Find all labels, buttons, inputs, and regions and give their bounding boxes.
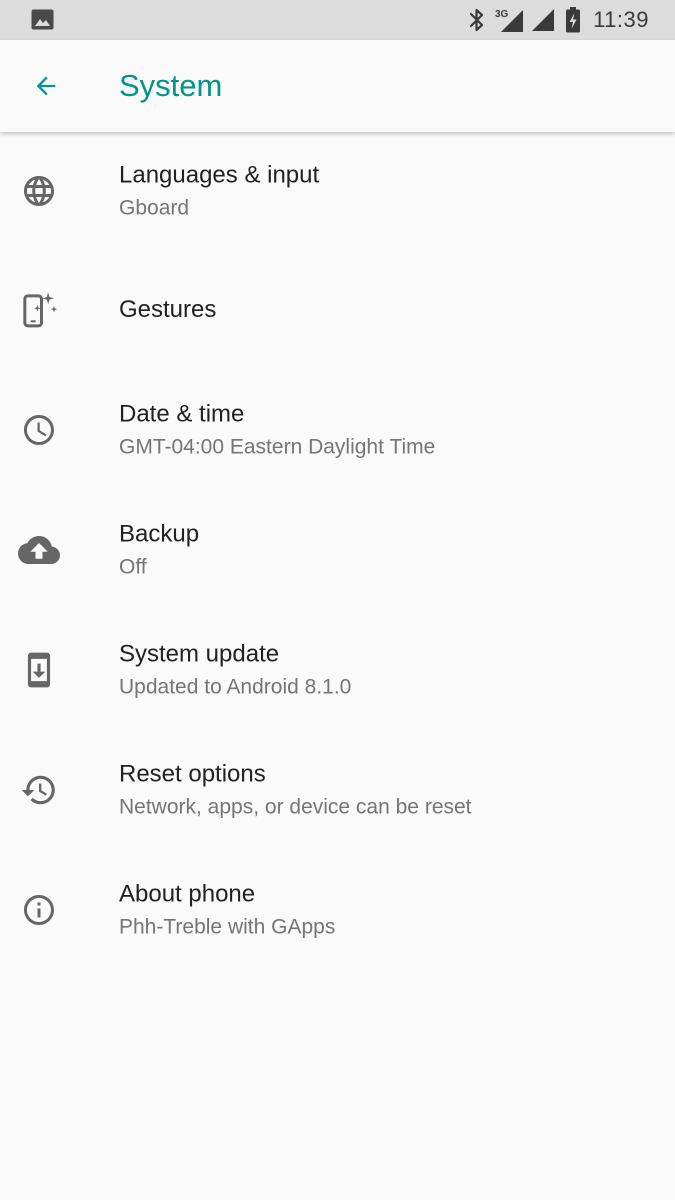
setting-summary: Gboard [119,196,190,220]
globe-icon [17,169,61,213]
clock-icon [17,408,61,452]
page-title: System [119,68,223,103]
setting-about-phone[interactable]: About phone Phh-Treble with GApps [0,850,675,970]
gestures-icon [17,288,61,332]
setting-date-time[interactable]: Date & time GMT-04:00 Eastern Daylight T… [0,370,675,490]
arrow-back-icon[interactable] [18,58,74,114]
status-bar: 3G 11:39 [0,0,675,40]
battery-charging-icon [565,7,581,33]
setting-languages-input[interactable]: Languages & input Gboard [0,132,675,250]
setting-title: Date & time [119,400,245,428]
setting-title: System update [119,640,280,668]
setting-reset-options[interactable]: Reset options Network, apps, or device c… [0,730,675,850]
setting-summary: Updated to Android 8.1.0 [119,675,352,699]
setting-summary: Phh-Treble with GApps [119,915,336,939]
setting-title: Backup [119,520,200,548]
setting-title: About phone [119,880,256,908]
setting-summary: GMT-04:00 Eastern Daylight Time [119,435,436,459]
setting-gestures[interactable]: Gestures [0,250,675,370]
info-icon [17,888,61,932]
wifi-signal-icon [531,8,555,32]
setting-summary: Network, apps, or device can be reset [119,795,472,819]
setting-title: Languages & input [119,161,320,189]
setting-summary: Off [119,555,147,579]
status-time: 11:39 [593,7,649,32]
restore-icon [17,768,61,812]
settings-list: Languages & input Gboard Gestures Date &… [0,132,675,970]
system-update-icon [17,648,61,692]
setting-system-update[interactable]: System update Updated to Android 8.1.0 [0,610,675,730]
app-bar: System [0,40,675,132]
cellular-signal-icon: 3G [495,7,525,33]
setting-backup[interactable]: Backup Off [0,490,675,610]
setting-title: Reset options [119,760,266,788]
bluetooth-icon [469,7,485,33]
setting-title: Gestures [119,296,217,323]
image-notification-icon [31,9,55,36]
cloud-upload-icon [17,528,61,572]
svg-text:3G: 3G [495,9,509,20]
